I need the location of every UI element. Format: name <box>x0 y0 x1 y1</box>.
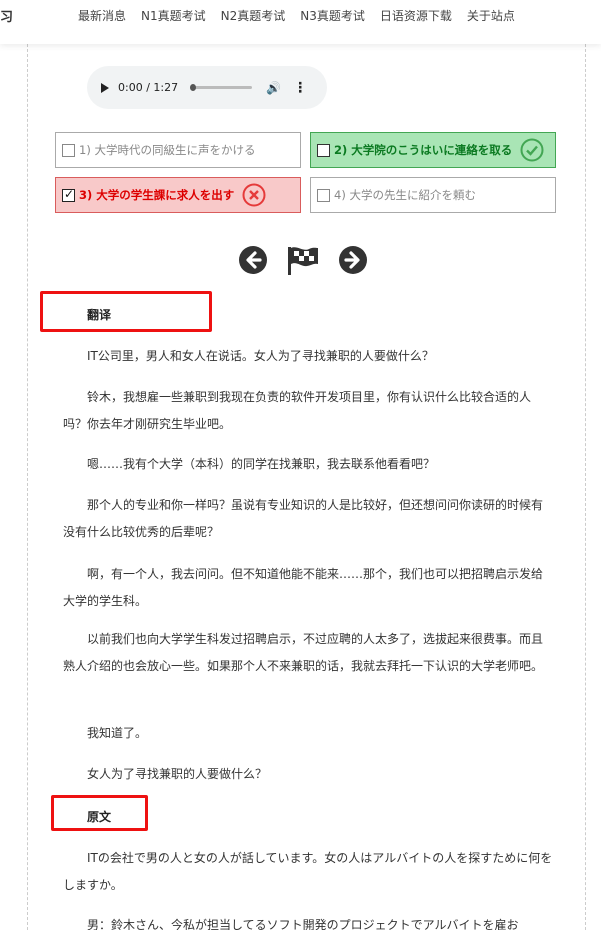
wrong-x-icon <box>242 183 266 207</box>
nav-item-n3[interactable]: N3真题考试 <box>300 7 365 24</box>
option-1-label: 1) 大学時代の同級生に声をかける <box>79 143 256 157</box>
option-3-label: 3) 大学の学生課に求人を出す <box>79 188 235 202</box>
top-nav: 习 最新消息 N1真题考试 N2真题考试 N3真题考试 日语资源下载 关于站点 <box>0 0 601 44</box>
nav-item-n2[interactable]: N2真题考试 <box>221 7 286 24</box>
original-paragraph: ITの会社で男の人と女の人が話しています。女の人はアルバイトの人を探すために何を… <box>63 851 553 892</box>
translation-highlight-box <box>40 291 212 332</box>
nav-menu: 最新消息 N1真题考试 N2真题考试 N3真题考试 日语资源下载 关于站点 <box>78 7 515 24</box>
option-2-checkbox[interactable] <box>317 143 330 157</box>
option-4[interactable]: 4) 大学の先生に紹介を頼む <box>310 177 556 213</box>
translation-paragraph: 以前我们也向大学学生科发过招聘启示，不过应聘的人太多了，选拔起来很费事。而且熟人… <box>63 632 544 673</box>
arrow-right-icon[interactable] <box>338 245 368 275</box>
audio-player: 0:00 / 1:27 🔊 ⋮ <box>87 66 327 109</box>
audio-progress-slider[interactable] <box>190 84 253 91</box>
translation-paragraph: 女人为了寻找兼职的人要做什么？ <box>87 767 268 781</box>
content-border-left <box>27 44 28 930</box>
arrow-left-icon[interactable] <box>238 245 268 275</box>
option-2-label: 2) 大学院のこうはいに連絡を取る <box>334 143 513 157</box>
question-nav <box>238 244 368 276</box>
volume-icon[interactable]: 🔊 <box>266 81 281 95</box>
option-4-checkbox[interactable] <box>317 188 330 202</box>
option-1[interactable]: 1) 大学時代の同級生に声をかける <box>55 132 301 168</box>
option-1-checkbox[interactable] <box>62 143 75 157</box>
option-3[interactable]: 3) 大学の学生課に求人を出す <box>55 177 301 213</box>
translation-paragraph: 啊，有一个人，我去问问。但不知道他能不能来……那个，我们也可以把招聘启示发给大学… <box>63 567 544 608</box>
nav-item-about[interactable]: 关于站点 <box>467 7 515 24</box>
nav-item-news[interactable]: 最新消息 <box>78 7 126 24</box>
content-border-right <box>585 44 586 930</box>
translation-paragraph: 那个人的专业和你一样吗？虽说有专业知识的人是比较好，但还想问问你读研的时候有没有… <box>63 498 544 539</box>
more-options-icon[interactable]: ⋮ <box>293 80 307 96</box>
flag-icon[interactable] <box>285 244 321 276</box>
nav-item-downloads[interactable]: 日语资源下载 <box>380 7 452 24</box>
option-2[interactable]: 2) 大学院のこうはいに連絡を取る <box>310 132 556 168</box>
translation-paragraph: IT公司里，男人和女人在说话。女人为了寻找兼职的人要做什么？ <box>87 349 434 363</box>
option-4-label: 4) 大学の先生に紹介を頼む <box>334 188 476 202</box>
translation-paragraph: 嗯……我有个大学（本科）的同学在找兼职，我去联系他看看吧？ <box>87 457 436 471</box>
translation-title: 翻译 <box>87 308 112 322</box>
correct-check-icon <box>520 138 544 162</box>
option-3-checkbox[interactable] <box>62 187 75 202</box>
audio-time: 0:00 / 1:27 <box>118 81 179 94</box>
play-icon[interactable] <box>101 82 109 93</box>
original-title: 原文 <box>87 810 112 824</box>
site-logo[interactable]: 习 <box>0 6 13 25</box>
translation-paragraph: 我知道了。 <box>87 726 148 740</box>
translation-paragraph: 铃木，我想雇一些兼职到我现在负责的软件开发项目里，你有认识什么比较合适的人吗？你… <box>63 390 532 431</box>
original-paragraph: 男：鈴木さん、今私が担当してるソフト開発のプロジェクトでアルバイトを雇お <box>87 918 519 930</box>
nav-item-n1[interactable]: N1真题考试 <box>141 7 206 24</box>
